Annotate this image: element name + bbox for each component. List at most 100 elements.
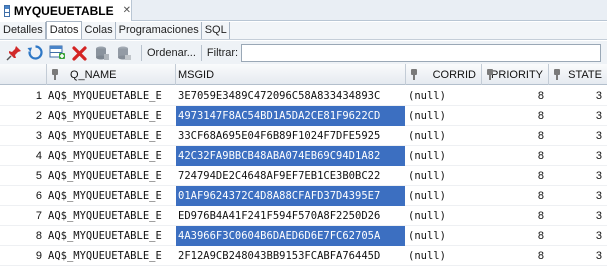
corrid-cell[interactable]: (null) bbox=[406, 166, 482, 186]
row-number-header bbox=[0, 64, 47, 85]
state-cell[interactable]: 3 bbox=[549, 126, 607, 146]
q-name-cell[interactable]: AQ$_MYQUEUETABLE_E bbox=[48, 246, 175, 266]
state-cell[interactable]: 3 bbox=[549, 106, 607, 126]
tab-colas[interactable]: Colas bbox=[82, 22, 116, 39]
msgid-cell-selected[interactable]: 01AF9624372C4D8A88CFAFD37D4395E7 bbox=[176, 186, 405, 206]
priority-cell[interactable]: 8 bbox=[482, 126, 549, 146]
filter-input[interactable] bbox=[241, 43, 602, 62]
column-header-label: CORRID bbox=[432, 68, 476, 81]
state-cell[interactable]: 3 bbox=[549, 206, 607, 226]
corrid-cell[interactable]: (null) bbox=[406, 206, 482, 226]
table-row[interactable]: 1 AQ$_MYQUEUETABLE_E 3E7059E3489C472096C… bbox=[0, 86, 607, 106]
row-number: 8 bbox=[35, 230, 42, 242]
state-cell[interactable]: 3 bbox=[549, 166, 607, 186]
corrid-cell[interactable]: (null) bbox=[406, 86, 482, 106]
q-name-cell[interactable]: AQ$_MYQUEUETABLE_E bbox=[48, 106, 175, 126]
tab-programaciones[interactable]: Programaciones bbox=[116, 22, 202, 39]
row-number: 4 bbox=[35, 150, 42, 162]
priority-cell[interactable]: 8 bbox=[482, 146, 549, 166]
priority-cell[interactable]: 8 bbox=[482, 226, 549, 246]
pin-icon[interactable] bbox=[4, 43, 23, 62]
commit-icon[interactable] bbox=[92, 43, 111, 62]
delete-row-icon[interactable] bbox=[70, 43, 89, 62]
tab-detalles[interactable]: Detalles bbox=[0, 22, 46, 39]
row-number: 9 bbox=[35, 250, 42, 262]
msgid-cell-selected[interactable]: 4A3966F3C0604B6DAED6D6E7FC62705A bbox=[176, 226, 405, 246]
column-pin-icon bbox=[552, 69, 562, 80]
refresh-icon[interactable] bbox=[26, 43, 45, 62]
sort-button[interactable]: Ordenar... bbox=[147, 47, 196, 59]
msgid-cell[interactable]: 3E7059E3489C472096C58A833434893C bbox=[176, 86, 405, 106]
msgid-cell-selected[interactable]: 42C32FA9BBCB48ABA074EB69C94D1A82 bbox=[176, 146, 405, 166]
column-header-state[interactable]: STATE bbox=[549, 64, 607, 85]
corrid-cell[interactable]: (null) bbox=[406, 246, 482, 266]
insert-row-icon[interactable] bbox=[48, 43, 67, 62]
table-row[interactable]: 3 AQ$_MYQUEUETABLE_E 33CF68A695E04F6B89F… bbox=[0, 126, 607, 146]
table-row[interactable]: 6 AQ$_MYQUEUETABLE_E 01AF9624372C4D8A88C… bbox=[0, 186, 607, 206]
q-name-cell[interactable]: AQ$_MYQUEUETABLE_E bbox=[48, 146, 175, 166]
column-header-label: STATE bbox=[568, 68, 602, 81]
state-cell[interactable]: 3 bbox=[549, 146, 607, 166]
data-toolbar: Ordenar... Filtrar: bbox=[0, 41, 607, 64]
table-row[interactable]: 8 AQ$_MYQUEUETABLE_E 4A3966F3C0604B6DAED… bbox=[0, 226, 607, 246]
column-header-msgid[interactable]: MSGID bbox=[176, 64, 406, 85]
priority-cell[interactable]: 8 bbox=[482, 186, 549, 206]
grid-header: Q_NAME MSGID CORRID PRIORITY STATE bbox=[0, 64, 607, 85]
table-icon bbox=[4, 4, 10, 17]
corrid-cell[interactable]: (null) bbox=[406, 226, 482, 246]
state-cell[interactable]: 3 bbox=[549, 226, 607, 246]
state-cell[interactable]: 3 bbox=[549, 246, 607, 266]
row-number: 5 bbox=[35, 170, 42, 182]
corrid-cell[interactable]: (null) bbox=[406, 106, 482, 126]
priority-cell[interactable]: 8 bbox=[482, 106, 549, 126]
q-name-cell[interactable]: AQ$_MYQUEUETABLE_E bbox=[48, 206, 175, 226]
rollback-icon[interactable] bbox=[114, 43, 133, 62]
tab-datos[interactable]: Datos bbox=[45, 21, 82, 39]
corrid-cell[interactable]: (null) bbox=[406, 186, 482, 206]
q-name-cell[interactable]: AQ$_MYQUEUETABLE_E bbox=[48, 86, 175, 106]
q-name-cell[interactable]: AQ$_MYQUEUETABLE_E bbox=[48, 166, 175, 186]
msgid-cell[interactable]: ED976B4A41F241F594F570A8F2250D26 bbox=[176, 206, 405, 226]
msgid-cell[interactable]: 33CF68A695E04F6B89F1024F7DFE5925 bbox=[176, 126, 405, 146]
q-name-cell[interactable]: AQ$_MYQUEUETABLE_E bbox=[48, 126, 175, 146]
column-header-label: Q_NAME bbox=[70, 68, 117, 81]
msgid-cell[interactable]: 2F12A9CB248043BB9153FCABFA76445D bbox=[176, 246, 405, 266]
priority-cell[interactable]: 8 bbox=[482, 86, 549, 106]
priority-cell[interactable]: 8 bbox=[482, 166, 549, 186]
table-row[interactable]: 5 AQ$_MYQUEUETABLE_E 724794DE2C4648AF9EF… bbox=[0, 166, 607, 186]
data-grid: Q_NAME MSGID CORRID PRIORITY STATE 1 AQ$… bbox=[0, 64, 607, 267]
row-number: 3 bbox=[35, 130, 42, 142]
corrid-cell[interactable]: (null) bbox=[406, 126, 482, 146]
table-row[interactable]: 2 AQ$_MYQUEUETABLE_E 4973147F8AC54BD1A5D… bbox=[0, 106, 607, 126]
close-icon[interactable]: ✕ bbox=[123, 5, 131, 16]
document-tab-myqueuetable[interactable]: MYQUEUETABLE ✕ bbox=[0, 0, 132, 21]
column-header-label: MSGID bbox=[178, 68, 215, 81]
table-row[interactable]: 7 AQ$_MYQUEUETABLE_E ED976B4A41F241F594F… bbox=[0, 206, 607, 226]
corrid-cell[interactable]: (null) bbox=[406, 146, 482, 166]
msgid-cell[interactable]: 724794DE2C4648AF9EF7EB1CE3B0BC22 bbox=[176, 166, 405, 186]
column-header-q-name[interactable]: Q_NAME bbox=[47, 64, 176, 85]
editor-tab-bar: MYQUEUETABLE ✕ bbox=[0, 0, 607, 21]
state-cell[interactable]: 3 bbox=[549, 186, 607, 206]
row-number: 6 bbox=[35, 190, 42, 202]
column-header-label: PRIORITY bbox=[491, 68, 543, 81]
tab-sql[interactable]: SQL bbox=[202, 22, 230, 39]
column-pin-icon bbox=[50, 69, 60, 80]
toolbar-separator bbox=[141, 44, 142, 61]
column-header-corrid[interactable]: CORRID bbox=[406, 64, 482, 85]
table-row[interactable]: 9 AQ$_MYQUEUETABLE_E 2F12A9CB248043BB915… bbox=[0, 246, 607, 266]
filter-label: Filtrar: bbox=[206, 46, 239, 59]
document-tab-title: MYQUEUETABLE bbox=[13, 3, 114, 18]
row-number: 7 bbox=[35, 210, 42, 222]
q-name-cell[interactable]: AQ$_MYQUEUETABLE_E bbox=[48, 226, 175, 246]
priority-cell[interactable]: 8 bbox=[482, 206, 549, 226]
priority-cell[interactable]: 8 bbox=[482, 246, 549, 266]
state-cell[interactable]: 3 bbox=[549, 86, 607, 106]
msgid-cell-selected[interactable]: 4973147F8AC54BD1A5DA2CE81F9622CD bbox=[176, 106, 405, 126]
column-header-priority[interactable]: PRIORITY bbox=[482, 64, 549, 85]
row-number: 2 bbox=[35, 110, 42, 122]
column-pin-icon bbox=[485, 69, 494, 80]
q-name-cell[interactable]: AQ$_MYQUEUETABLE_E bbox=[48, 186, 175, 206]
table-row[interactable]: 4 AQ$_MYQUEUETABLE_E 42C32FA9BBCB48ABA07… bbox=[0, 146, 607, 166]
object-subtabs: Detalles Datos Colas Programaciones SQL bbox=[0, 21, 607, 40]
